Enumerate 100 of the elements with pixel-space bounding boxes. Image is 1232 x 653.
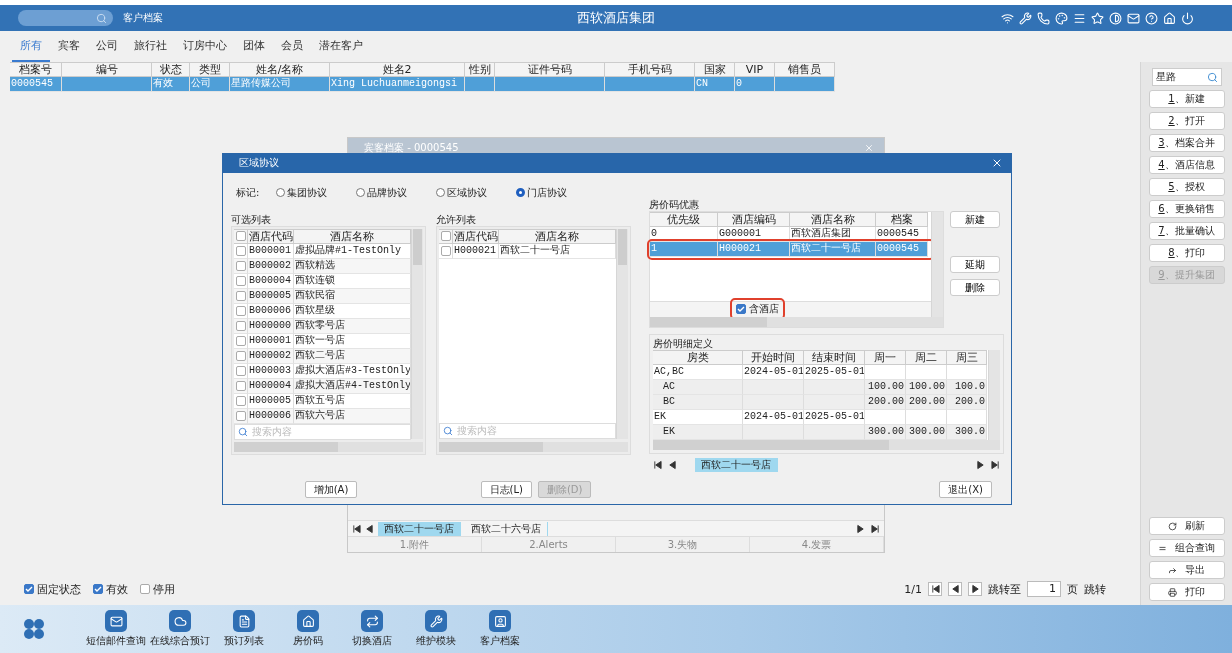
tab[interactable]: 会员 bbox=[273, 31, 311, 62]
page-field[interactable]: 1 bbox=[1027, 581, 1061, 597]
tab[interactable]: 团体 bbox=[235, 31, 273, 62]
row-checkbox[interactable] bbox=[441, 245, 451, 256]
tab[interactable]: 西软二十一号店 bbox=[378, 521, 461, 536]
taskbar-item[interactable]: 预订列表 bbox=[212, 610, 276, 648]
previous-icon[interactable] bbox=[365, 523, 374, 534]
next-icon[interactable] bbox=[976, 459, 985, 470]
radio-button[interactable] bbox=[356, 188, 365, 198]
taskbar-item[interactable]: 维护模块 bbox=[404, 610, 468, 648]
contrast-icon[interactable] bbox=[1109, 11, 1122, 25]
table-cell: 200.00 bbox=[906, 394, 947, 410]
tool-button[interactable]: 打印 bbox=[1148, 583, 1225, 601]
radio-label: 门店协议 bbox=[527, 185, 567, 200]
group-label: 房价明细定义 bbox=[653, 336, 714, 350]
table-cell: CN bbox=[695, 77, 735, 92]
taskbar-item[interactable]: 短信邮件查询 bbox=[84, 610, 148, 648]
mail-icon[interactable] bbox=[1127, 11, 1140, 25]
scrollbar[interactable] bbox=[616, 228, 628, 439]
table-cell: 0000545 bbox=[10, 77, 62, 92]
row-checkbox[interactable] bbox=[236, 395, 246, 406]
wifi-icon[interactable] bbox=[1001, 11, 1014, 25]
scrollbar[interactable] bbox=[988, 349, 1000, 440]
tab[interactable]: 西软二十一号店 bbox=[695, 457, 778, 472]
tools-icon[interactable] bbox=[1019, 11, 1032, 25]
row-checkbox[interactable] bbox=[236, 275, 246, 286]
action-button[interactable]: 7、批量确认 bbox=[1148, 222, 1225, 240]
table-cell: H000002 bbox=[248, 348, 294, 364]
previous-icon[interactable] bbox=[668, 459, 677, 470]
radio-button[interactable] bbox=[516, 188, 525, 198]
menu-icon[interactable] bbox=[1073, 11, 1086, 25]
row-checkbox[interactable] bbox=[236, 290, 246, 301]
search-field[interactable] bbox=[18, 10, 113, 26]
scrollbar[interactable] bbox=[650, 316, 943, 327]
tab[interactable]: 潜在客户 bbox=[311, 31, 371, 62]
tab[interactable]: 订房中心 bbox=[175, 31, 235, 62]
first-icon[interactable] bbox=[653, 459, 662, 470]
action-button[interactable]: 5、授权 bbox=[1148, 178, 1225, 196]
checkbox[interactable] bbox=[93, 584, 103, 594]
row-checkbox[interactable] bbox=[236, 305, 246, 316]
scrollbar[interactable] bbox=[439, 441, 628, 452]
action-button[interactable]: 8、打印 bbox=[1148, 244, 1225, 262]
goto-link[interactable]: 跳转 bbox=[1084, 581, 1106, 597]
palette-icon[interactable] bbox=[1055, 11, 1068, 25]
button[interactable]: 延期 bbox=[950, 255, 1000, 273]
row-checkbox[interactable] bbox=[236, 365, 246, 376]
tool-button[interactable]: 刷新 bbox=[1148, 517, 1225, 535]
power-icon[interactable] bbox=[1181, 11, 1194, 25]
row-checkbox[interactable] bbox=[236, 260, 246, 271]
taskbar-item[interactable]: 切换酒店 bbox=[340, 610, 404, 648]
button[interactable]: 日志(L) bbox=[480, 481, 532, 499]
next-icon[interactable] bbox=[856, 523, 865, 534]
column-header: 酒店代码 bbox=[248, 228, 294, 244]
scrollbar[interactable] bbox=[931, 211, 943, 317]
tool-button[interactable]: 导出 bbox=[1148, 561, 1225, 579]
checkbox[interactable] bbox=[140, 584, 150, 594]
search-field[interactable]: 星路 bbox=[1151, 68, 1222, 86]
taskbar-item[interactable]: 客户档案 bbox=[468, 610, 532, 648]
taskbar-item[interactable]: 房价码 bbox=[276, 610, 340, 648]
radio-button[interactable] bbox=[436, 188, 445, 198]
button[interactable]: 删除 bbox=[950, 278, 1000, 296]
table-cell: EK bbox=[653, 409, 743, 425]
home-icon[interactable] bbox=[1163, 11, 1176, 25]
action-button[interactable]: 3、档案合并 bbox=[1148, 134, 1225, 152]
action-button[interactable]: 2、打开 bbox=[1148, 112, 1225, 130]
taskbar-item[interactable]: 在线综合预订 bbox=[148, 610, 212, 648]
first-icon[interactable] bbox=[352, 523, 361, 534]
row-checkbox[interactable] bbox=[236, 320, 246, 331]
scrollbar[interactable] bbox=[234, 441, 423, 452]
tab[interactable]: 公司 bbox=[88, 31, 126, 62]
last-icon[interactable] bbox=[871, 523, 880, 534]
table-cell: 2024-05-01 bbox=[743, 409, 804, 425]
checkbox[interactable] bbox=[24, 584, 34, 594]
scrollbar[interactable] bbox=[653, 439, 1000, 450]
row-checkbox[interactable] bbox=[236, 410, 246, 421]
row-checkbox[interactable] bbox=[236, 245, 246, 256]
table-cell: H000001 bbox=[248, 333, 294, 349]
tab[interactable]: 宾客 bbox=[50, 31, 88, 62]
action-button[interactable]: 1、新建 bbox=[1148, 90, 1225, 108]
table-cell: 300.00 bbox=[906, 424, 947, 440]
tool-button[interactable]: 组合查询 bbox=[1148, 539, 1225, 557]
scrollbar[interactable] bbox=[411, 228, 423, 439]
contact-icon bbox=[493, 614, 507, 628]
action-button[interactable]: 6、更换销售 bbox=[1148, 200, 1225, 218]
row-checkbox[interactable] bbox=[236, 350, 246, 361]
table-cell: 2024-05-01 bbox=[743, 364, 804, 380]
row-checkbox[interactable] bbox=[236, 335, 246, 346]
column-header: 开始时间 bbox=[743, 349, 804, 365]
button[interactable]: 新建 bbox=[950, 210, 1000, 228]
last-icon[interactable] bbox=[991, 459, 1000, 470]
help-icon[interactable] bbox=[1145, 11, 1158, 25]
phone-icon[interactable] bbox=[1037, 11, 1050, 25]
checkbox[interactable] bbox=[736, 304, 746, 315]
star-icon[interactable] bbox=[1091, 11, 1104, 25]
radio-button[interactable] bbox=[276, 188, 285, 198]
button[interactable]: 退出(X) bbox=[939, 481, 992, 499]
action-button[interactable]: 4、酒店信息 bbox=[1148, 156, 1225, 174]
button[interactable]: 增加(A) bbox=[304, 481, 358, 499]
row-checkbox[interactable] bbox=[236, 380, 246, 391]
tab[interactable]: 旅行社 bbox=[126, 31, 175, 62]
